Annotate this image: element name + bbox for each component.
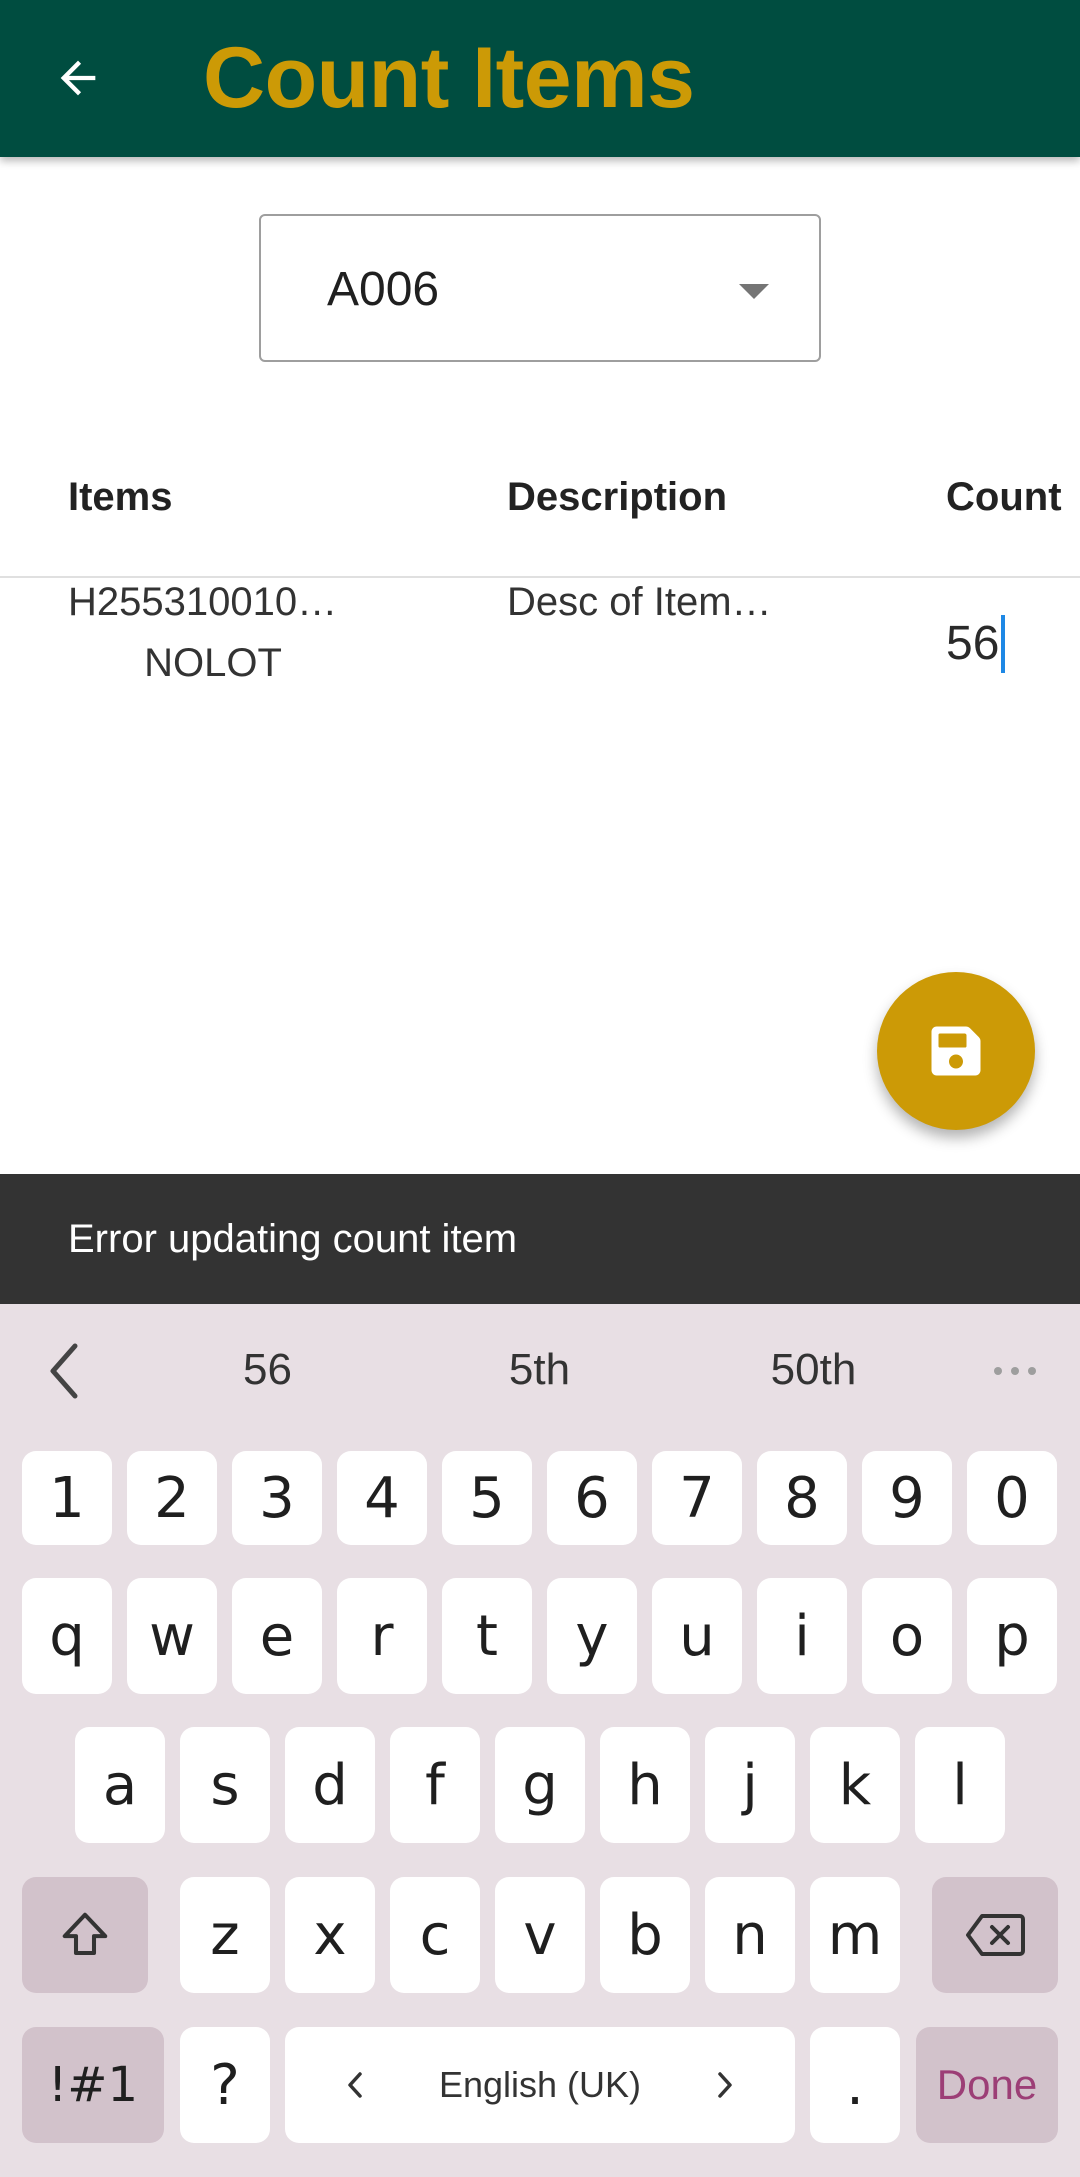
app-bar: Count Items bbox=[0, 0, 1080, 157]
count-input[interactable]: 56 bbox=[946, 614, 1006, 674]
key-x[interactable]: x bbox=[285, 1877, 375, 1993]
key-f[interactable]: f bbox=[390, 1727, 480, 1843]
key-l[interactable]: l bbox=[915, 1727, 1005, 1843]
key-i[interactable]: i bbox=[757, 1578, 847, 1694]
key-d[interactable]: d bbox=[285, 1727, 375, 1843]
save-button[interactable] bbox=[877, 972, 1035, 1130]
question-key[interactable]: ? bbox=[180, 2027, 270, 2143]
key-5[interactable]: 5 bbox=[442, 1451, 532, 1545]
more-suggestions-button[interactable] bbox=[990, 1356, 1040, 1386]
key-g[interactable]: g bbox=[495, 1727, 585, 1843]
key-k[interactable]: k bbox=[810, 1727, 900, 1843]
key-3[interactable]: 3 bbox=[232, 1451, 322, 1545]
key-q[interactable]: q bbox=[22, 1578, 112, 1694]
key-j[interactable]: j bbox=[705, 1727, 795, 1843]
suggestion-2[interactable]: 5th bbox=[457, 1344, 622, 1396]
snackbar: Error updating count item bbox=[0, 1174, 1080, 1304]
count-value: 56 bbox=[946, 617, 1000, 670]
key-a[interactable]: a bbox=[75, 1727, 165, 1843]
arrow-back-icon bbox=[60, 60, 96, 96]
key-s[interactable]: s bbox=[180, 1727, 270, 1843]
item-code: H255310010… bbox=[68, 580, 338, 624]
save-icon bbox=[931, 1026, 981, 1076]
key-7[interactable]: 7 bbox=[652, 1451, 742, 1545]
key-n[interactable]: n bbox=[705, 1877, 795, 1993]
header-items: Items bbox=[68, 475, 173, 519]
back-button[interactable] bbox=[40, 40, 116, 116]
space-key-label: English (UK) bbox=[438, 2064, 642, 2105]
symbols-key[interactable]: !#1 bbox=[22, 2027, 164, 2143]
key-u[interactable]: u bbox=[652, 1578, 742, 1694]
shift-icon bbox=[62, 1912, 108, 1956]
suggestion-back-button[interactable] bbox=[40, 1336, 88, 1406]
chevron-left-icon bbox=[50, 1343, 78, 1399]
key-0[interactable]: 0 bbox=[967, 1451, 1057, 1545]
key-6[interactable]: 6 bbox=[547, 1451, 637, 1545]
header-count: Count bbox=[946, 475, 1062, 519]
key-z[interactable]: z bbox=[180, 1877, 270, 1993]
key-1[interactable]: 1 bbox=[22, 1451, 112, 1545]
key-h[interactable]: h bbox=[600, 1727, 690, 1843]
suggestion-3[interactable]: 50th bbox=[731, 1344, 896, 1396]
location-value: A006 bbox=[327, 263, 440, 316]
space-right-arrow-icon bbox=[695, 2027, 755, 2143]
more-horizontal-icon bbox=[994, 1367, 1036, 1375]
space-key[interactable]: English (UK) bbox=[285, 2027, 795, 2143]
key-w[interactable]: w bbox=[127, 1578, 217, 1694]
key-2[interactable]: 2 bbox=[127, 1451, 217, 1545]
snackbar-message: Error updating count item bbox=[68, 1217, 518, 1261]
key-b[interactable]: b bbox=[600, 1877, 690, 1993]
key-c[interactable]: c bbox=[390, 1877, 480, 1993]
keyboard: 56 5th 50th 1 2 3 4 5 6 7 8 9 0 q w e r … bbox=[0, 1304, 1080, 2177]
key-t[interactable]: t bbox=[442, 1578, 532, 1694]
space-left-arrow-icon bbox=[325, 2027, 385, 2143]
backspace-key[interactable] bbox=[932, 1877, 1058, 1993]
key-4[interactable]: 4 bbox=[337, 1451, 427, 1545]
page-title: Count Items bbox=[203, 30, 695, 126]
period-key[interactable]: . bbox=[810, 2027, 900, 2143]
table-divider bbox=[0, 576, 1080, 578]
shift-key[interactable] bbox=[22, 1877, 148, 1993]
key-y[interactable]: y bbox=[547, 1578, 637, 1694]
key-m[interactable]: m bbox=[810, 1877, 900, 1993]
key-o[interactable]: o bbox=[862, 1578, 952, 1694]
key-e[interactable]: e bbox=[232, 1578, 322, 1694]
location-dropdown[interactable]: A006 bbox=[259, 214, 821, 362]
key-v[interactable]: v bbox=[495, 1877, 585, 1993]
key-8[interactable]: 8 bbox=[757, 1451, 847, 1545]
key-9[interactable]: 9 bbox=[862, 1451, 952, 1545]
text-cursor bbox=[1001, 615, 1006, 673]
header-description: Description bbox=[507, 475, 728, 519]
suggestion-1[interactable]: 56 bbox=[185, 1344, 350, 1396]
backspace-icon bbox=[966, 1914, 1025, 1956]
item-lot: NOLOT bbox=[144, 641, 282, 685]
key-r[interactable]: r bbox=[337, 1578, 427, 1694]
dropdown-arrow-icon bbox=[739, 284, 769, 299]
key-p[interactable]: p bbox=[967, 1578, 1057, 1694]
item-description: Desc of Item… bbox=[507, 580, 772, 624]
done-key[interactable]: Done bbox=[916, 2027, 1058, 2143]
